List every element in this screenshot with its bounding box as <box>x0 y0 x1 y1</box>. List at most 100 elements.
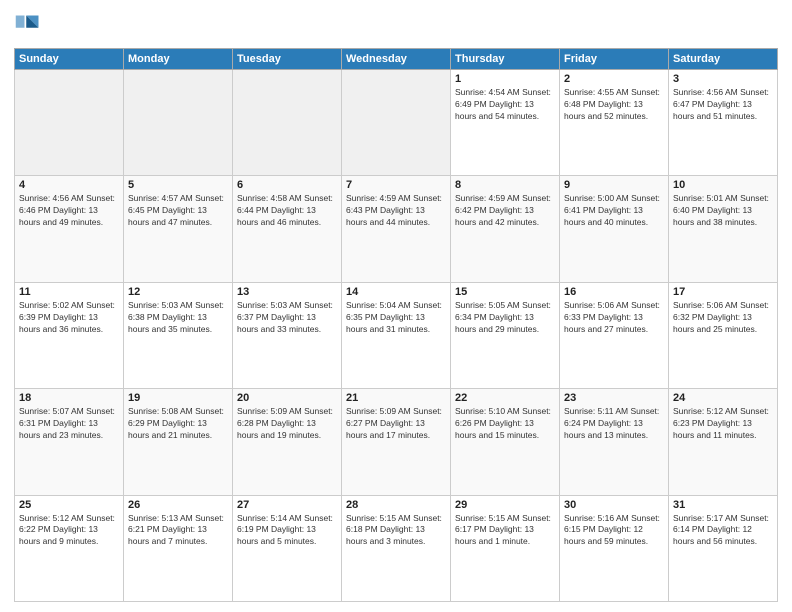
calendar-cell: 7 Sunrise: 4:59 AM Sunset: 6:43 PM Daylig… <box>342 176 451 282</box>
logo <box>14 12 46 40</box>
day-info: Sunrise: 4:55 AM Sunset: 6:48 PM Dayligh… <box>564 87 664 123</box>
day-info: Sunrise: 5:13 AM Sunset: 6:21 PM Dayligh… <box>128 513 228 549</box>
day-number: 25 <box>19 499 119 511</box>
day-number: 4 <box>19 179 119 191</box>
day-number: 26 <box>128 499 228 511</box>
day-number: 28 <box>346 499 446 511</box>
day-number: 10 <box>673 179 773 191</box>
calendar-cell: 8 Sunrise: 4:59 AM Sunset: 6:42 PM Daylig… <box>451 176 560 282</box>
day-number: 13 <box>237 286 337 298</box>
day-info: Sunrise: 5:06 AM Sunset: 6:32 PM Dayligh… <box>673 300 773 336</box>
day-info: Sunrise: 5:03 AM Sunset: 6:38 PM Dayligh… <box>128 300 228 336</box>
calendar-cell: 19 Sunrise: 5:08 AM Sunset: 6:29 PM Dayli… <box>124 389 233 495</box>
logo-icon <box>14 12 42 40</box>
calendar-cell: 11 Sunrise: 5:02 AM Sunset: 6:39 PM Dayli… <box>15 282 124 388</box>
weekday-header-row: SundayMondayTuesdayWednesdayThursdayFrid… <box>15 49 778 70</box>
calendar-cell: 4 Sunrise: 4:56 AM Sunset: 6:46 PM Daylig… <box>15 176 124 282</box>
calendar-cell: 2 Sunrise: 4:55 AM Sunset: 6:48 PM Daylig… <box>560 70 669 176</box>
calendar-cell: 14Sunrise: 5:04 AM Sunset: 6:35 PM Dayli… <box>342 282 451 388</box>
calendar-cell: 27 Sunrise: 5:14 AM Sunset: 6:19 PM Dayli… <box>233 495 342 601</box>
day-number: 6 <box>237 179 337 191</box>
day-info: Sunrise: 4:59 AM Sunset: 6:43 PM Dayligh… <box>346 193 446 229</box>
day-number: 19 <box>128 392 228 404</box>
day-info: Sunrise: 5:05 AM Sunset: 6:34 PM Dayligh… <box>455 300 555 336</box>
day-number: 20 <box>237 392 337 404</box>
day-number: 14 <box>346 286 446 298</box>
day-info: Sunrise: 5:14 AM Sunset: 6:19 PM Dayligh… <box>237 513 337 549</box>
calendar-cell <box>124 70 233 176</box>
day-info: Sunrise: 4:56 AM Sunset: 6:46 PM Dayligh… <box>19 193 119 229</box>
calendar-cell: 18 Sunrise: 5:07 AM Sunset: 6:31 PM Dayli… <box>15 389 124 495</box>
day-number: 8 <box>455 179 555 191</box>
day-info: Sunrise: 4:58 AM Sunset: 6:44 PM Dayligh… <box>237 193 337 229</box>
day-number: 21 <box>346 392 446 404</box>
calendar-cell: 17 Sunrise: 5:06 AM Sunset: 6:32 PM Dayli… <box>669 282 778 388</box>
weekday-header-monday: Monday <box>124 49 233 70</box>
day-number: 17 <box>673 286 773 298</box>
calendar-cell: 1 Sunrise: 4:54 AM Sunset: 6:49 PM Daylig… <box>451 70 560 176</box>
weekday-header-thursday: Thursday <box>451 49 560 70</box>
day-info: Sunrise: 5:10 AM Sunset: 6:26 PM Dayligh… <box>455 406 555 442</box>
day-number: 2 <box>564 73 664 85</box>
calendar-cell: 31Sunrise: 5:17 AM Sunset: 6:14 PM Dayli… <box>669 495 778 601</box>
day-info: Sunrise: 5:15 AM Sunset: 6:17 PM Dayligh… <box>455 513 555 549</box>
calendar-cell: 15 Sunrise: 5:05 AM Sunset: 6:34 PM Dayli… <box>451 282 560 388</box>
header <box>14 12 778 40</box>
calendar-cell: 5Sunrise: 4:57 AM Sunset: 6:45 PM Daylig… <box>124 176 233 282</box>
day-number: 16 <box>564 286 664 298</box>
day-number: 3 <box>673 73 773 85</box>
page: SundayMondayTuesdayWednesdayThursdayFrid… <box>0 0 792 612</box>
day-number: 7 <box>346 179 446 191</box>
day-info: Sunrise: 5:07 AM Sunset: 6:31 PM Dayligh… <box>19 406 119 442</box>
week-row-5: 25 Sunrise: 5:12 AM Sunset: 6:22 PM Dayli… <box>15 495 778 601</box>
day-info: Sunrise: 5:02 AM Sunset: 6:39 PM Dayligh… <box>19 300 119 336</box>
calendar-cell: 25 Sunrise: 5:12 AM Sunset: 6:22 PM Dayli… <box>15 495 124 601</box>
day-number: 23 <box>564 392 664 404</box>
day-info: Sunrise: 5:09 AM Sunset: 6:28 PM Dayligh… <box>237 406 337 442</box>
day-info: Sunrise: 5:03 AM Sunset: 6:37 PM Dayligh… <box>237 300 337 336</box>
calendar-cell <box>15 70 124 176</box>
day-info: Sunrise: 4:56 AM Sunset: 6:47 PM Dayligh… <box>673 87 773 123</box>
day-info: Sunrise: 4:59 AM Sunset: 6:42 PM Dayligh… <box>455 193 555 229</box>
calendar-cell: 28 Sunrise: 5:15 AM Sunset: 6:18 PM Dayli… <box>342 495 451 601</box>
calendar-cell: 20 Sunrise: 5:09 AM Sunset: 6:28 PM Dayli… <box>233 389 342 495</box>
week-row-3: 11 Sunrise: 5:02 AM Sunset: 6:39 PM Dayli… <box>15 282 778 388</box>
day-number: 18 <box>19 392 119 404</box>
calendar-cell: 24 Sunrise: 5:12 AM Sunset: 6:23 PM Dayli… <box>669 389 778 495</box>
calendar-cell: 10 Sunrise: 5:01 AM Sunset: 6:40 PM Dayli… <box>669 176 778 282</box>
day-number: 11 <box>19 286 119 298</box>
weekday-header-saturday: Saturday <box>669 49 778 70</box>
calendar-cell: 30Sunrise: 5:16 AM Sunset: 6:15 PM Dayli… <box>560 495 669 601</box>
day-info: Sunrise: 5:08 AM Sunset: 6:29 PM Dayligh… <box>128 406 228 442</box>
day-number: 29 <box>455 499 555 511</box>
calendar: SundayMondayTuesdayWednesdayThursdayFrid… <box>14 48 778 602</box>
calendar-cell: 21 Sunrise: 5:09 AM Sunset: 6:27 PM Dayli… <box>342 389 451 495</box>
day-info: Sunrise: 5:06 AM Sunset: 6:33 PM Dayligh… <box>564 300 664 336</box>
week-row-2: 4 Sunrise: 4:56 AM Sunset: 6:46 PM Daylig… <box>15 176 778 282</box>
calendar-cell: 12 Sunrise: 5:03 AM Sunset: 6:38 PM Dayli… <box>124 282 233 388</box>
day-number: 15 <box>455 286 555 298</box>
day-number: 27 <box>237 499 337 511</box>
day-info: Sunrise: 5:09 AM Sunset: 6:27 PM Dayligh… <box>346 406 446 442</box>
calendar-cell: 29 Sunrise: 5:15 AM Sunset: 6:17 PM Dayli… <box>451 495 560 601</box>
calendar-cell: 6 Sunrise: 4:58 AM Sunset: 6:44 PM Daylig… <box>233 176 342 282</box>
day-number: 31 <box>673 499 773 511</box>
weekday-header-wednesday: Wednesday <box>342 49 451 70</box>
day-number: 12 <box>128 286 228 298</box>
day-info: Sunrise: 5:00 AM Sunset: 6:41 PM Dayligh… <box>564 193 664 229</box>
day-info: Sunrise: 5:12 AM Sunset: 6:23 PM Dayligh… <box>673 406 773 442</box>
weekday-header-sunday: Sunday <box>15 49 124 70</box>
day-number: 1 <box>455 73 555 85</box>
calendar-cell: 3 Sunrise: 4:56 AM Sunset: 6:47 PM Daylig… <box>669 70 778 176</box>
day-info: Sunrise: 5:12 AM Sunset: 6:22 PM Dayligh… <box>19 513 119 549</box>
day-number: 30 <box>564 499 664 511</box>
calendar-cell <box>233 70 342 176</box>
calendar-cell: 16 Sunrise: 5:06 AM Sunset: 6:33 PM Dayli… <box>560 282 669 388</box>
day-info: Sunrise: 5:15 AM Sunset: 6:18 PM Dayligh… <box>346 513 446 549</box>
day-info: Sunrise: 4:54 AM Sunset: 6:49 PM Dayligh… <box>455 87 555 123</box>
day-info: Sunrise: 5:11 AM Sunset: 6:24 PM Dayligh… <box>564 406 664 442</box>
day-info: Sunrise: 5:01 AM Sunset: 6:40 PM Dayligh… <box>673 193 773 229</box>
day-number: 22 <box>455 392 555 404</box>
day-number: 24 <box>673 392 773 404</box>
calendar-cell: 13 Sunrise: 5:03 AM Sunset: 6:37 PM Dayli… <box>233 282 342 388</box>
